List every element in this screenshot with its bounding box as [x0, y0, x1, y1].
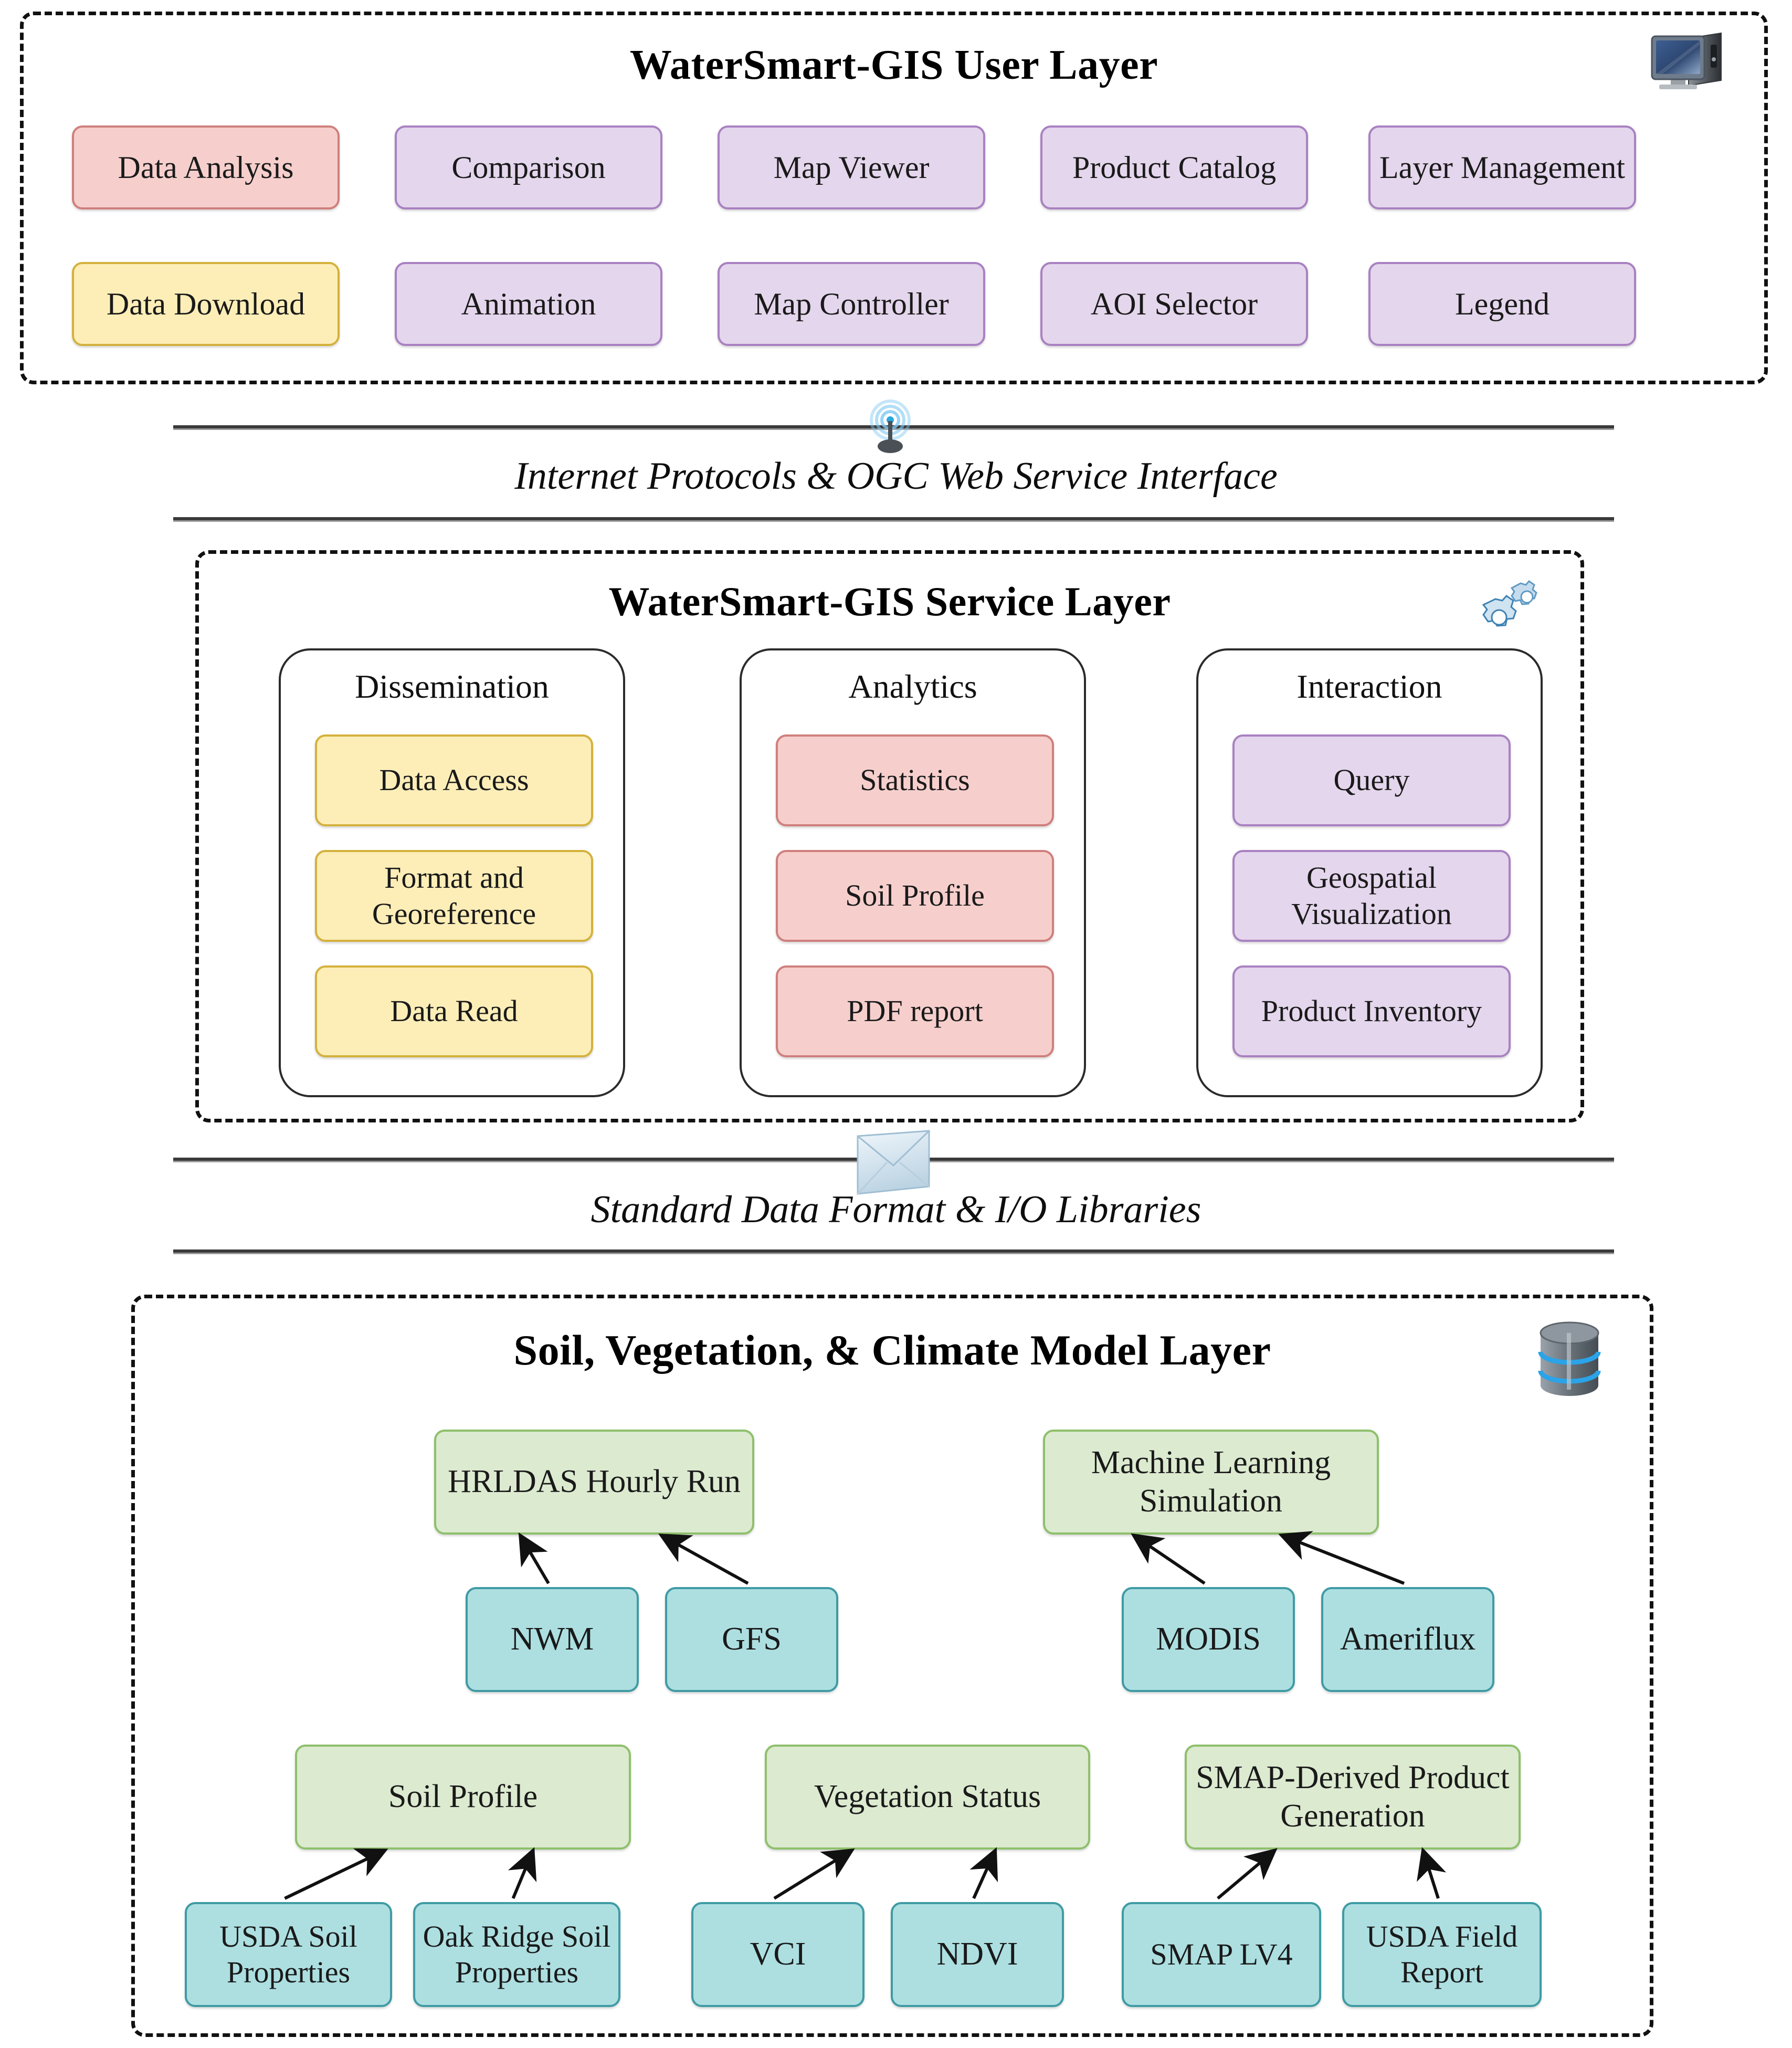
- service-group-label: Analytics: [848, 668, 977, 705]
- node-label: Format and Georeference: [372, 860, 536, 931]
- interface-bottom-line-lower: [173, 1249, 1614, 1254]
- service-item-product-inventory[interactable]: Product Inventory: [1232, 965, 1511, 1057]
- node-label: Geospatial Visualization: [1291, 860, 1452, 931]
- service-group-label: Dissemination: [355, 668, 549, 705]
- node-label: Oak Ridge Soil Properties: [423, 1919, 611, 1989]
- node-label: Map Viewer: [773, 150, 930, 185]
- user-tile-comparison[interactable]: Comparison: [395, 125, 662, 209]
- user-tile-animation[interactable]: Animation: [395, 262, 662, 346]
- node-label: SMAP LV4: [1150, 1937, 1293, 1971]
- service-item-data-read[interactable]: Data Read: [315, 965, 593, 1057]
- service-item-statistics[interactable]: Statistics: [776, 734, 1054, 826]
- node-label: VCI: [750, 1936, 806, 1972]
- node-label: HRLDAS Hourly Run: [447, 1464, 741, 1500]
- node-label: Data Read: [390, 994, 518, 1028]
- user-layer-title: WaterSmart-GIS User Layer: [629, 42, 1158, 88]
- node-label: Data Analysis: [118, 150, 294, 185]
- model-source-oak-ridge-soil-properties[interactable]: Oak Ridge Soil Properties: [413, 1902, 620, 2007]
- service-item-geospatial-visualization[interactable]: Geospatial Visualization: [1232, 850, 1511, 942]
- service-group-analytics: Analytics Statistics Soil Profile PDF repor…: [740, 648, 1086, 1097]
- desktop-computer-icon: [1648, 29, 1742, 97]
- node-label: Map Controller: [754, 286, 949, 321]
- wireless-broadcast-icon: [859, 395, 922, 458]
- user-tile-aoi-selector[interactable]: AOI Selector: [1040, 262, 1308, 346]
- node-label: Query: [1333, 763, 1410, 797]
- model-source-ndvi[interactable]: NDVI: [891, 1902, 1064, 2007]
- node-label: Vegetation Status: [814, 1779, 1041, 1815]
- node-label: MODIS: [1156, 1621, 1261, 1657]
- service-layer-title: WaterSmart-GIS Service Layer: [608, 579, 1171, 624]
- user-tile-data-analysis[interactable]: Data Analysis: [72, 125, 340, 209]
- user-tile-map-viewer[interactable]: Map Viewer: [718, 125, 985, 209]
- node-label: Product Inventory: [1261, 994, 1482, 1028]
- service-item-format-and-georeference[interactable]: Format and Georeference: [315, 850, 593, 942]
- node-label: Product Catalog: [1072, 150, 1277, 185]
- node-label: Statistics: [860, 763, 970, 797]
- model-source-usda-field-report[interactable]: USDA Field Report: [1342, 1902, 1542, 2007]
- model-process-machine-learning-simulation[interactable]: Machine Learning Simulation: [1043, 1430, 1379, 1535]
- database-icon: [1530, 1319, 1609, 1403]
- model-source-gfs[interactable]: GFS: [665, 1587, 838, 1692]
- model-source-modis[interactable]: MODIS: [1122, 1587, 1295, 1692]
- model-source-ameriflux[interactable]: Ameriflux: [1321, 1587, 1494, 1692]
- model-process-smap-derived-product-generation[interactable]: SMAP-Derived Product Generation: [1185, 1745, 1521, 1850]
- node-label: NDVI: [936, 1936, 1018, 1972]
- node-label: USDA Field Report: [1366, 1919, 1518, 1989]
- envelope-icon: [850, 1125, 934, 1203]
- interface-top-label: Internet Protocols & OGC Web Service Int…: [514, 455, 1278, 498]
- gears-icon: [1472, 574, 1556, 647]
- model-process-hrldas-hourly-run[interactable]: HRLDAS Hourly Run: [434, 1430, 754, 1535]
- service-item-pdf-report[interactable]: PDF report: [776, 965, 1054, 1057]
- node-label: Data Download: [106, 286, 305, 321]
- service-group-dissemination: Dissemination Data Access Format and Geore…: [279, 648, 625, 1097]
- service-group-label: Interaction: [1296, 668, 1442, 705]
- user-tile-data-download[interactable]: Data Download: [72, 262, 340, 346]
- model-process-vegetation-status[interactable]: Vegetation Status: [765, 1745, 1090, 1850]
- node-label: SMAP-Derived Product Generation: [1196, 1759, 1510, 1834]
- interface-top-line-lower: [173, 517, 1614, 522]
- model-layer-title: Soil, Vegetation, & Climate Model Layer: [513, 1326, 1271, 1374]
- user-layer-container: WaterSmart-GIS User Layer Data Analysis …: [20, 12, 1768, 384]
- model-source-nwm[interactable]: NWM: [466, 1587, 639, 1692]
- node-label: Animation: [461, 286, 596, 321]
- node-label: Legend: [1455, 286, 1549, 321]
- service-group-interaction: Interaction Query Geospatial Visualization…: [1196, 648, 1543, 1097]
- node-label: USDA Soil Properties: [219, 1919, 357, 1989]
- node-label: Layer Management: [1379, 150, 1626, 185]
- node-label: Machine Learning Simulation: [1091, 1444, 1331, 1519]
- model-layer-container: Soil, Vegetation, & Climate Model Layer …: [131, 1295, 1653, 2037]
- model-process-soil-profile[interactable]: Soil Profile: [295, 1745, 631, 1850]
- node-label: GFS: [722, 1621, 782, 1657]
- model-source-smap-lv4[interactable]: SMAP LV4: [1122, 1902, 1321, 2007]
- user-tile-legend[interactable]: Legend: [1368, 262, 1636, 346]
- user-tile-product-catalog[interactable]: Product Catalog: [1040, 125, 1308, 209]
- model-source-usda-soil-properties[interactable]: USDA Soil Properties: [185, 1902, 392, 2007]
- service-item-query[interactable]: Query: [1232, 734, 1511, 826]
- node-label: Soil Profile: [388, 1779, 538, 1815]
- node-label: Comparison: [451, 150, 606, 185]
- user-tile-layer-management[interactable]: Layer Management: [1368, 125, 1636, 209]
- user-tile-map-controller[interactable]: Map Controller: [718, 262, 985, 346]
- model-source-vci[interactable]: VCI: [691, 1902, 865, 2007]
- node-label: PDF report: [847, 994, 983, 1028]
- service-layer-container: WaterSmart-GIS Service Layer Disseminati…: [195, 550, 1584, 1122]
- node-label: Data Access: [379, 763, 529, 797]
- service-item-soil-profile[interactable]: Soil Profile: [776, 850, 1054, 942]
- architecture-diagram: WaterSmart-GIS User Layer Data Analysis …: [0, 0, 1792, 2048]
- node-label: Ameriflux: [1340, 1621, 1476, 1657]
- service-item-data-access[interactable]: Data Access: [315, 734, 593, 826]
- node-label: Soil Profile: [845, 878, 985, 913]
- node-label: AOI Selector: [1090, 286, 1258, 321]
- node-label: NWM: [510, 1621, 594, 1657]
